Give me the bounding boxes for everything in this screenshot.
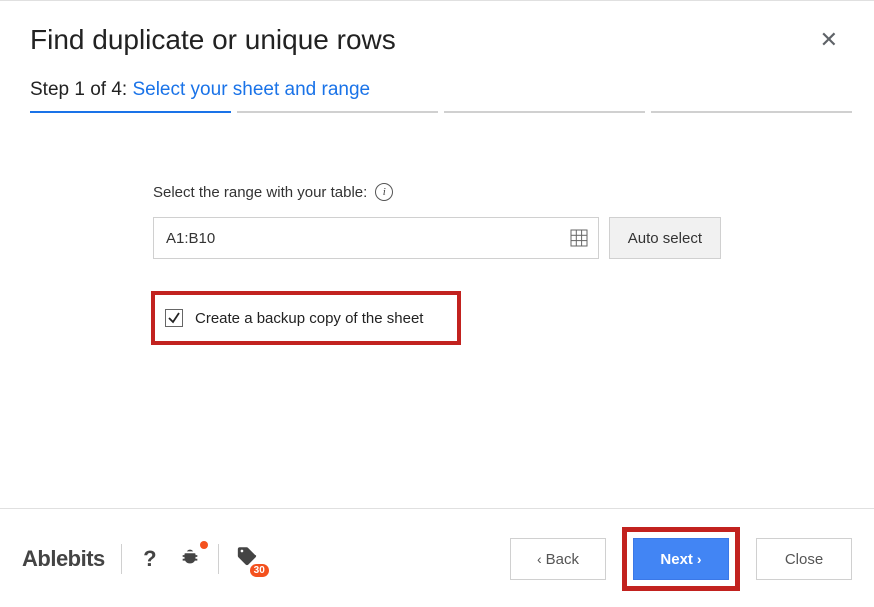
back-button[interactable]: ‹ Back (510, 538, 606, 580)
help-icon[interactable]: ? (138, 546, 162, 572)
backup-label: Create a backup copy of the sheet (195, 310, 423, 327)
close-icon[interactable]: ✕ (814, 23, 844, 57)
close-button[interactable]: Close (756, 538, 852, 580)
tag-icon[interactable]: 30 (235, 545, 259, 573)
info-icon[interactable]: i (375, 183, 393, 201)
auto-select-button[interactable]: Auto select (609, 217, 721, 259)
back-label: Back (546, 551, 579, 568)
bug-notification-dot (200, 541, 208, 549)
chevron-left-icon: ‹ (537, 551, 542, 567)
range-label: Select the range with your table: (153, 184, 367, 201)
range-input[interactable] (164, 229, 570, 248)
next-label: Next (660, 551, 693, 568)
dialog-title: Find duplicate or unique rows (30, 24, 396, 56)
chevron-right-icon: › (697, 551, 702, 567)
separator (121, 544, 122, 574)
progress-seg-4 (651, 111, 852, 113)
progress-seg-1 (30, 111, 231, 113)
brand-logo: Ablebits (22, 546, 105, 572)
range-input-wrap[interactable] (153, 217, 599, 259)
separator (218, 544, 219, 574)
backup-checkbox[interactable] (165, 309, 183, 327)
backup-option-highlight: Create a backup copy of the sheet (151, 291, 461, 345)
bug-icon[interactable] (178, 545, 202, 573)
trial-badge: 30 (250, 564, 269, 577)
progress-seg-2 (237, 111, 438, 113)
progress-seg-3 (444, 111, 645, 113)
step-prefix: Step 1 of 4: (30, 79, 127, 100)
grid-icon[interactable] (570, 229, 588, 247)
step-link[interactable]: Select your sheet and range (132, 79, 370, 100)
next-button[interactable]: Next › (633, 538, 729, 580)
next-button-highlight: Next › (622, 527, 740, 591)
step-indicator: Step 1 of 4: Select your sheet and range (30, 79, 370, 111)
